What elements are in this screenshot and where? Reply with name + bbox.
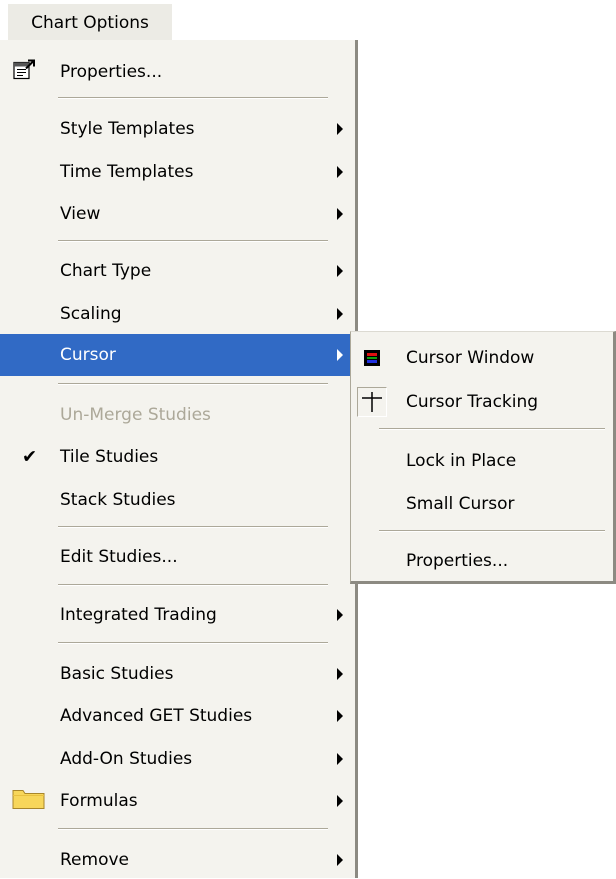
menu-item-label: Scaling xyxy=(60,304,122,324)
submenu-arrow-icon xyxy=(337,308,343,320)
menu-item-label: Time Templates xyxy=(60,162,194,182)
menu-item-label: Basic Studies xyxy=(60,664,174,684)
menu-item-label: Edit Studies... xyxy=(60,547,178,567)
menu-item-label: Style Templates xyxy=(60,119,195,139)
submenu-item-label: Small Cursor xyxy=(406,494,515,514)
menu-separator xyxy=(58,526,328,528)
menu-item-advanced-get-studies[interactable]: Advanced GET Studies xyxy=(0,697,355,735)
menu-item-label: Advanced GET Studies xyxy=(60,706,253,726)
submenu-item-cursor-window[interactable]: Cursor Window xyxy=(351,339,613,377)
submenu-arrow-icon xyxy=(337,668,343,680)
submenu-item-label: Cursor Window xyxy=(406,348,535,368)
cursor-window-icon xyxy=(357,343,387,373)
submenu-arrow-icon xyxy=(337,854,343,866)
submenu-arrow-icon xyxy=(337,609,343,621)
folder-icon xyxy=(12,787,46,816)
submenu-item-small-cursor[interactable]: Small Cursor xyxy=(351,485,613,523)
menu-title-label: Chart Options xyxy=(31,12,149,33)
menu-item-scaling[interactable]: Scaling xyxy=(0,295,355,333)
menu-item-properties[interactable]: Properties... xyxy=(0,53,355,91)
menu-item-label: Chart Type xyxy=(60,261,152,281)
submenu-arrow-icon xyxy=(337,166,343,178)
menu-separator xyxy=(379,428,605,430)
properties-sheet-icon xyxy=(12,59,36,86)
menu-separator xyxy=(379,530,605,532)
menu-item-label: Formulas xyxy=(60,791,138,811)
menu-item-unmerge-studies[interactable]: Un-Merge Studies xyxy=(0,396,355,434)
submenu-arrow-icon xyxy=(337,795,343,807)
menu-item-label: Stack Studies xyxy=(60,490,176,510)
menu-item-style-templates[interactable]: Style Templates xyxy=(0,110,355,148)
submenu-arrow-icon xyxy=(337,265,343,277)
menu-separator xyxy=(58,383,328,385)
menu-separator xyxy=(58,97,328,99)
menu-item-tile-studies[interactable]: ✔ Tile Studies xyxy=(0,438,355,476)
menu-item-label: Cursor xyxy=(60,345,116,365)
menu-item-label: Properties... xyxy=(60,62,163,82)
submenu-item-properties[interactable]: Properties... xyxy=(351,542,613,580)
menu-item-integrated-trading[interactable]: Integrated Trading xyxy=(0,596,355,634)
menu-item-chart-type[interactable]: Chart Type xyxy=(0,252,355,290)
menu-item-label: Remove xyxy=(60,850,129,870)
menu-item-formulas[interactable]: Formulas xyxy=(0,782,355,820)
menu-item-edit-studies[interactable]: Edit Studies... xyxy=(0,538,355,576)
menu-item-basic-studies[interactable]: Basic Studies xyxy=(0,655,355,693)
checkmark-icon: ✔ xyxy=(22,446,38,468)
submenu-item-label: Properties... xyxy=(406,551,509,571)
menu-item-cursor[interactable]: Cursor xyxy=(0,334,358,376)
crosshair-icon xyxy=(357,387,387,417)
menu-item-stack-studies[interactable]: Stack Studies xyxy=(0,481,355,519)
chart-options-menu: Properties... Style Templates Time Templ… xyxy=(0,40,358,878)
menu-separator xyxy=(58,584,328,586)
submenu-arrow-icon xyxy=(337,208,343,220)
submenu-item-cursor-tracking[interactable]: Cursor Tracking xyxy=(351,383,613,421)
submenu-item-label: Cursor Tracking xyxy=(406,392,539,412)
menu-separator xyxy=(58,240,328,242)
menu-chart-options[interactable]: Chart Options xyxy=(8,4,172,41)
submenu-item-label: Lock in Place xyxy=(406,451,517,471)
submenu-arrow-icon xyxy=(337,349,343,361)
menu-item-label: Add-On Studies xyxy=(60,749,193,769)
cursor-submenu: Cursor Window Cursor Tracking Lock in Pl… xyxy=(350,331,616,584)
menu-item-label: Integrated Trading xyxy=(60,605,217,625)
menu-item-label: Tile Studies xyxy=(60,447,159,467)
menu-item-label: View xyxy=(60,204,101,224)
submenu-item-lock-in-place[interactable]: Lock in Place xyxy=(351,442,613,480)
menu-item-view[interactable]: View xyxy=(0,195,355,233)
menu-item-time-templates[interactable]: Time Templates xyxy=(0,153,355,191)
submenu-arrow-icon xyxy=(337,123,343,135)
menu-separator xyxy=(58,828,328,830)
menu-separator xyxy=(58,642,328,644)
menu-item-addon-studies[interactable]: Add-On Studies xyxy=(0,740,355,778)
menu-item-label: Un-Merge Studies xyxy=(60,405,211,425)
menu-item-remove[interactable]: Remove xyxy=(0,841,355,879)
submenu-arrow-icon xyxy=(337,710,343,722)
submenu-arrow-icon xyxy=(337,753,343,765)
